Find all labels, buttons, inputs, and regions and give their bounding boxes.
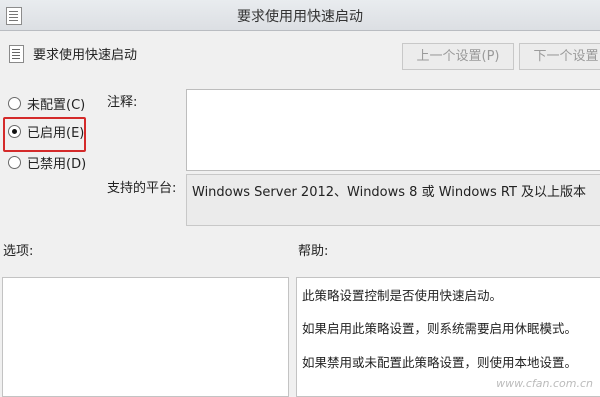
policy-name: 要求使用快速启动 [33,48,138,63]
platform-label: 支持的平台: [107,181,177,196]
previous-setting-button[interactable]: 上一个设置(P) [402,43,514,70]
comment-textarea[interactable] [186,89,600,171]
highlight-annotation [3,117,86,152]
help-text-line: 如果启用此策略设置，则系统需要启用休眠模式。 [302,321,578,336]
options-label: 选项: [3,244,34,259]
radio-circle-icon [8,156,21,169]
comment-label: 注释: [107,95,138,110]
help-panel: 此策略设置控制是否使用快速启动。 如果启用此策略设置，则系统需要启用休眠模式。 … [296,277,600,397]
next-setting-button[interactable]: 下一个设置 [519,43,600,70]
watermark: www.cfan.com.cn [496,377,593,390]
radio-circle-icon [8,97,21,110]
help-text-line: 此策略设置控制是否使用快速启动。 [302,288,503,303]
help-label: 帮助: [298,244,329,259]
policy-header: 要求使用快速启动 上一个设置(P) 下一个设置 [0,33,600,73]
title-bar: 要求使用用快速启动 [0,0,600,31]
help-text-line: 如果禁用或未配置此策略设置，则使用本地设置。 [302,355,578,370]
radio-label-not-configured: 未配置(C) [27,98,86,113]
options-panel [2,277,289,397]
platform-value: Windows Server 2012、Windows 8 或 Windows … [192,185,587,200]
platform-field: Windows Server 2012、Windows 8 或 Windows … [186,174,600,226]
policy-icon [9,45,24,63]
radio-label-disabled: 已禁用(D) [27,157,87,172]
window-title: 要求使用用快速启动 [237,9,363,25]
